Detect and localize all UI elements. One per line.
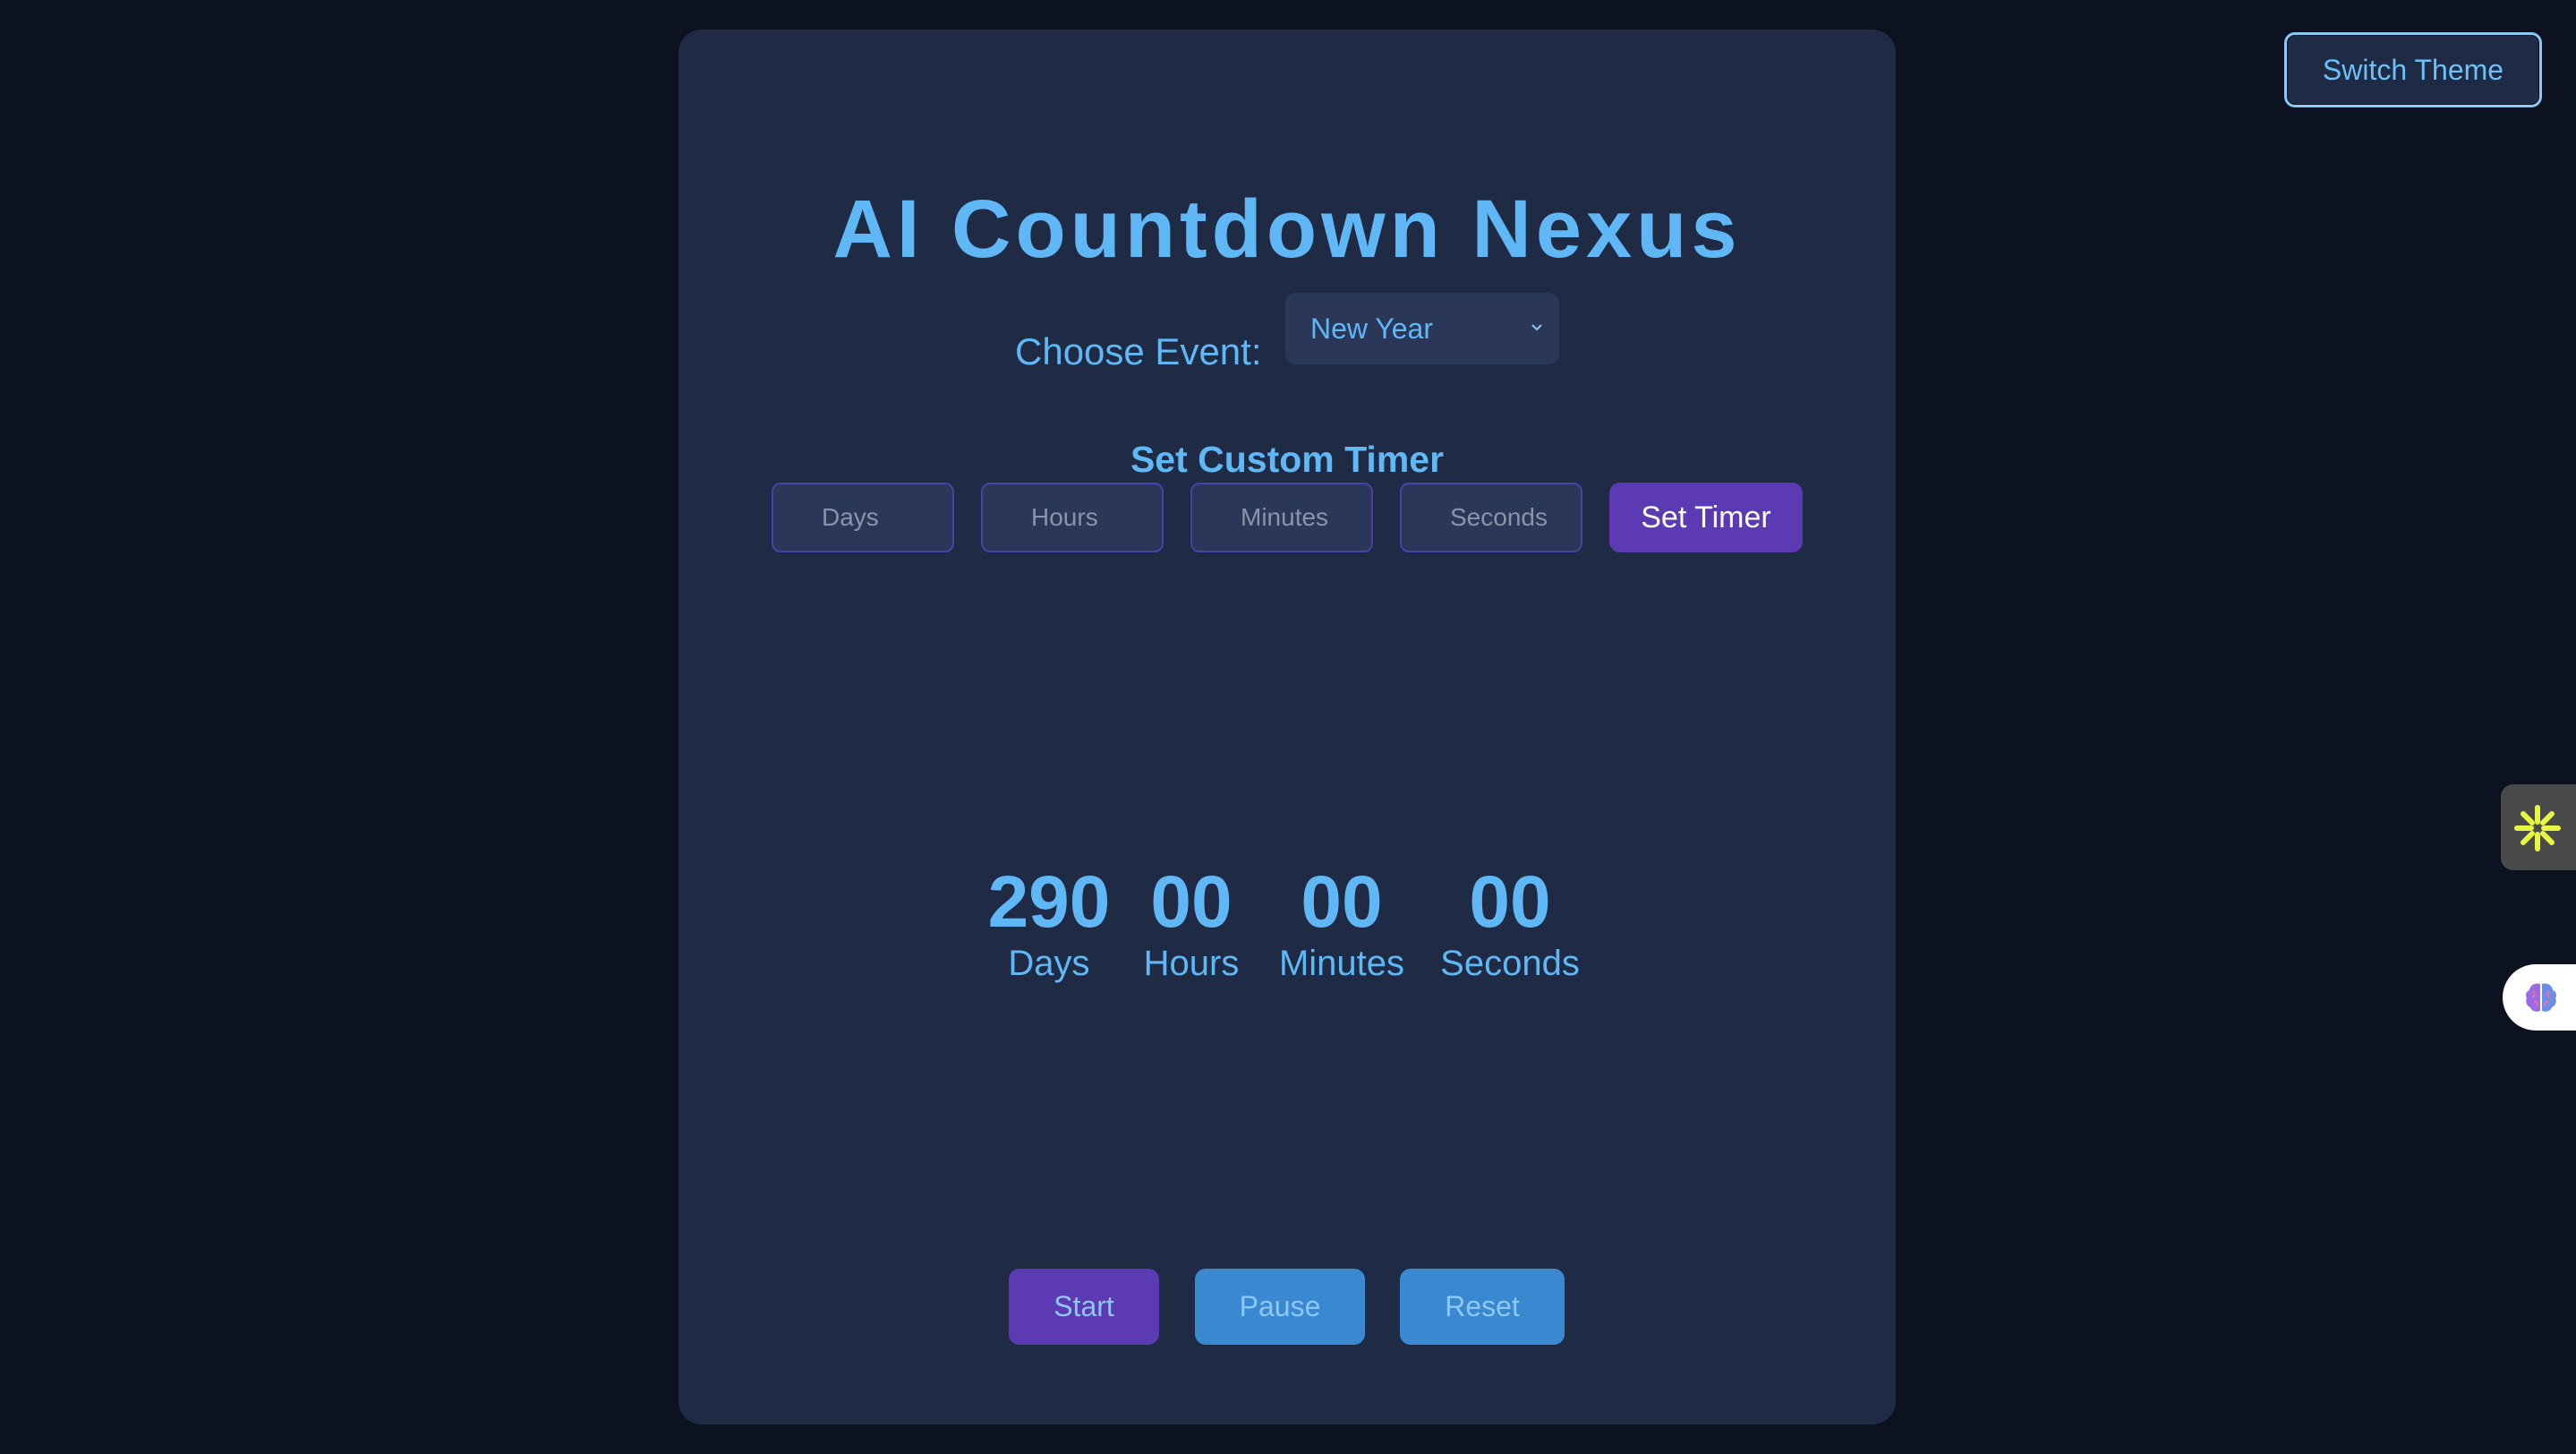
countdown-seconds: 00 Seconds (1437, 858, 1582, 985)
set-timer-button[interactable]: Set Timer (1609, 483, 1803, 552)
days-label: Days (1008, 944, 1090, 983)
sparkle-asterisk-icon (2514, 805, 2561, 851)
event-select[interactable]: New Year (1285, 293, 1559, 364)
hours-label: Hours (1143, 944, 1240, 983)
days-input[interactable]: Days (772, 483, 954, 552)
minutes-value: 00 (1301, 861, 1383, 943)
brain-widget-tab[interactable] (2503, 964, 2576, 1031)
page-title: AI Countdown Nexus (832, 184, 1742, 275)
switch-theme-button[interactable]: Switch Theme (2284, 32, 2542, 107)
countdown-days: 290 Days (986, 858, 1112, 985)
countdown-card: AI Countdown Nexus Choose Event: New Yea… (678, 30, 1896, 1424)
assistant-widget-tab[interactable] (2501, 784, 2576, 870)
countdown-minutes: 00 Minutes (1275, 858, 1409, 985)
event-select-value: New Year (1310, 312, 1433, 345)
hours-value: 00 (1150, 861, 1233, 943)
seconds-value: 00 (1469, 861, 1551, 943)
chevron-down-icon (1531, 324, 1542, 331)
pause-button[interactable]: Pause (1195, 1269, 1365, 1345)
days-value: 290 (987, 861, 1111, 943)
reset-button[interactable]: Reset (1400, 1269, 1565, 1345)
page-root: Switch Theme AI Countdown Nexus Choose E… (0, 0, 2576, 1454)
start-button[interactable]: Start (1009, 1269, 1159, 1345)
custom-timer-heading: Set Custom Timer (1130, 439, 1445, 480)
brain-icon (2526, 983, 2556, 1012)
countdown-hours: 00 Hours (1142, 858, 1241, 985)
minutes-input[interactable]: Minutes (1190, 483, 1373, 552)
choose-event-label: Choose Event: (1015, 330, 1262, 372)
hours-input[interactable]: Hours (981, 483, 1164, 552)
seconds-label: Seconds (1440, 944, 1580, 983)
seconds-input[interactable]: Seconds (1400, 483, 1582, 552)
minutes-label: Minutes (1278, 944, 1405, 983)
